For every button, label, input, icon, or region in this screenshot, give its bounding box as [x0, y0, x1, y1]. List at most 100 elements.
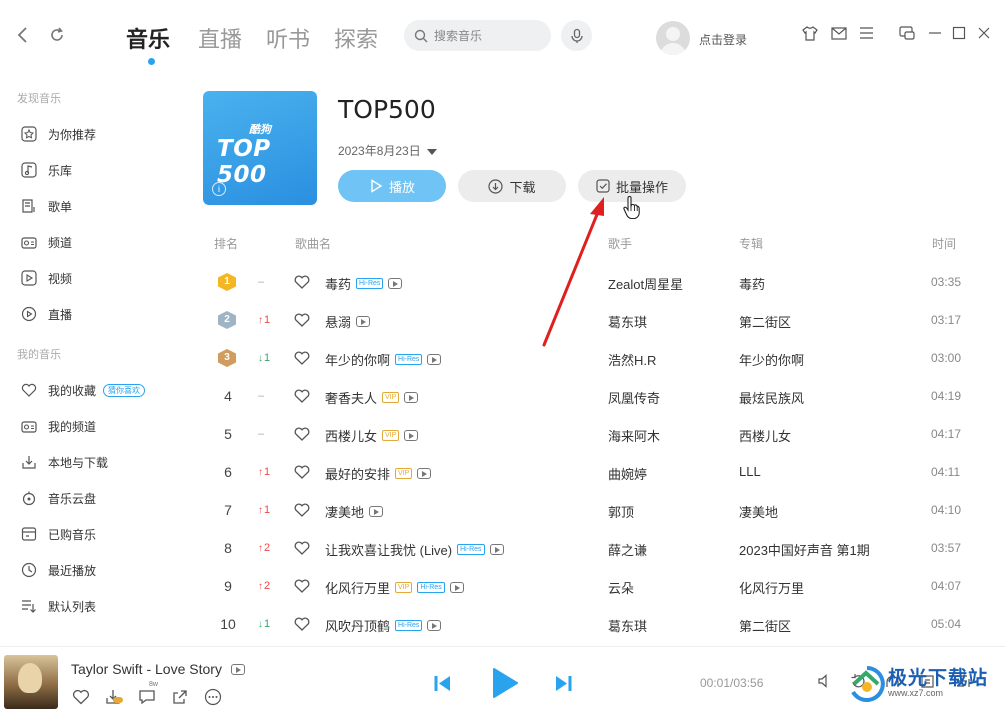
- column-header-song[interactable]: 歌曲名: [295, 235, 331, 252]
- comment-icon[interactable]: 8w: [137, 681, 158, 706]
- mv-icon[interactable]: [489, 544, 504, 555]
- table-row[interactable]: 10 ↓1 风吹丹顶鹤 Hi-Res 葛东琪 第二街区 05:04: [200, 605, 990, 643]
- song-title-cell[interactable]: 化风行万里 VIP Hi-Res: [325, 578, 464, 597]
- sidebar-item-recommend[interactable]: 为你推荐: [20, 122, 96, 146]
- volume-icon[interactable]: [816, 672, 834, 690]
- heart-icon[interactable]: [294, 275, 310, 289]
- artist-link[interactable]: 葛东琪: [608, 312, 647, 331]
- album-link[interactable]: LLL: [739, 464, 761, 479]
- artist-link[interactable]: 葛东琪: [608, 616, 647, 635]
- album-link[interactable]: 第二街区: [739, 616, 791, 635]
- table-row[interactable]: 6 ↑1 最好的安排 VIP 曲婉婷 LLL 04:11: [200, 453, 990, 491]
- guess-you-like-badge[interactable]: 猜你喜欢: [103, 383, 146, 397]
- heart-icon[interactable]: [294, 389, 310, 403]
- close-icon[interactable]: [975, 24, 993, 42]
- tab-audiobooks[interactable]: 听书: [266, 22, 310, 54]
- play-pause-icon[interactable]: [491, 667, 519, 699]
- sidebar-item-favorites[interactable]: 我的收藏 猜你喜欢: [20, 378, 146, 402]
- table-row[interactable]: 9 ↑2 化风行万里 VIP Hi-Res 云朵 化风行万里 04:07: [200, 567, 990, 605]
- mini-mode-icon[interactable]: [898, 24, 916, 42]
- mv-icon[interactable]: [388, 278, 403, 289]
- sidebar-item-video[interactable]: 视频: [20, 266, 72, 290]
- song-title-cell[interactable]: 最好的安排 VIP: [325, 464, 432, 483]
- minimize-icon[interactable]: [926, 24, 944, 42]
- album-link[interactable]: 化风行万里: [739, 578, 804, 597]
- sidebar-item-purchased[interactable]: 已购音乐: [20, 522, 96, 546]
- artist-link[interactable]: 浩然H.R: [608, 350, 656, 369]
- song-title-cell[interactable]: 奢香夫人 VIP: [325, 388, 419, 407]
- heart-icon[interactable]: [294, 617, 310, 631]
- artist-link[interactable]: Zealot周星星: [608, 274, 683, 293]
- download-icon[interactable]: [104, 687, 123, 706]
- table-row[interactable]: 3 ↓1 年少的你啊 Hi-Res 浩然H.R 年少的你啊 03:00: [200, 339, 990, 377]
- voice-search-button[interactable]: [561, 20, 592, 51]
- album-link[interactable]: 毒药: [739, 274, 765, 293]
- sidebar-item-cloud[interactable]: 音乐云盘: [20, 486, 96, 510]
- column-header-artist[interactable]: 歌手: [608, 235, 632, 252]
- heart-icon[interactable]: [294, 465, 310, 479]
- heart-icon[interactable]: [294, 503, 310, 517]
- table-row[interactable]: 7 ↑1 凄美地 郭顶 凄美地 04:10: [200, 491, 990, 529]
- menu-icon[interactable]: [857, 24, 875, 42]
- more-icon[interactable]: [203, 687, 222, 706]
- song-title-cell[interactable]: 毒药 Hi-Res: [325, 274, 403, 293]
- refresh-icon[interactable]: [47, 26, 67, 46]
- mv-icon[interactable]: [417, 468, 432, 479]
- song-title-cell[interactable]: 年少的你啊 Hi-Res: [325, 350, 442, 369]
- tab-live[interactable]: 直播: [198, 22, 242, 54]
- mv-icon[interactable]: [404, 392, 419, 403]
- mv-icon[interactable]: [404, 430, 419, 441]
- mv-icon[interactable]: [427, 354, 442, 365]
- artist-link[interactable]: 云朵: [608, 578, 634, 597]
- info-icon[interactable]: i: [212, 182, 226, 196]
- sidebar-item-playlists[interactable]: 歌单: [20, 194, 72, 218]
- next-icon[interactable]: [555, 675, 572, 692]
- mail-icon[interactable]: [830, 24, 848, 42]
- mv-icon[interactable]: [369, 506, 384, 517]
- previous-icon[interactable]: [434, 675, 451, 692]
- sidebar-item-live[interactable]: 直播: [20, 302, 72, 326]
- table-row[interactable]: 5 – 西楼儿女 VIP 海来阿木 西楼儿女 04:17: [200, 415, 990, 453]
- play-all-button[interactable]: 播放: [338, 170, 446, 202]
- login-link[interactable]: 点击登录: [699, 31, 747, 48]
- mv-icon[interactable]: [449, 582, 464, 593]
- mv-icon[interactable]: [427, 620, 442, 631]
- artist-link[interactable]: 薛之谦: [608, 540, 647, 559]
- now-playing-cover[interactable]: [4, 655, 58, 709]
- favorite-icon[interactable]: [71, 687, 90, 706]
- album-link[interactable]: 年少的你啊: [739, 350, 804, 369]
- table-row[interactable]: 1 – 毒药 Hi-Res Zealot周星星 毒药 03:35: [200, 263, 990, 301]
- sidebar-item-local-downloads[interactable]: 本地与下载: [20, 450, 108, 474]
- playlist-date-selector[interactable]: 2023年8月23日: [338, 142, 437, 159]
- mv-icon[interactable]: [356, 316, 371, 327]
- song-title-cell[interactable]: 西楼儿女 VIP: [325, 426, 419, 445]
- tab-explore[interactable]: 探索: [334, 22, 378, 54]
- sidebar-item-recent[interactable]: 最近播放: [20, 558, 96, 582]
- artist-link[interactable]: 曲婉婷: [608, 464, 647, 483]
- mv-icon[interactable]: [230, 663, 245, 675]
- heart-icon[interactable]: [294, 541, 310, 555]
- avatar[interactable]: [656, 21, 690, 55]
- table-row[interactable]: 2 ↑1 悬溺 葛东琪 第二街区 03:17: [200, 301, 990, 339]
- album-link[interactable]: 最炫民族风: [739, 388, 804, 407]
- song-title-cell[interactable]: 悬溺: [325, 312, 371, 331]
- album-link[interactable]: 西楼儿女: [739, 426, 791, 445]
- share-icon[interactable]: [170, 687, 189, 706]
- skin-icon[interactable]: [801, 24, 819, 42]
- maximize-icon[interactable]: [950, 24, 968, 42]
- artist-link[interactable]: 海来阿木: [608, 426, 660, 445]
- song-title-cell[interactable]: 让我欢喜让我忧 (Live) Hi-Res: [325, 540, 504, 559]
- album-link[interactable]: 凄美地: [739, 502, 778, 521]
- download-button[interactable]: 下载: [458, 170, 566, 202]
- sidebar-item-channels[interactable]: 频道: [20, 230, 72, 254]
- sidebar-item-default-list[interactable]: 默认列表: [20, 594, 96, 618]
- heart-icon[interactable]: [294, 579, 310, 593]
- table-row[interactable]: 8 ↑2 让我欢喜让我忧 (Live) Hi-Res 薛之谦 2023中国好声音 第1期 0…: [200, 529, 990, 567]
- table-row[interactable]: 4 – 奢香夫人 VIP 凤凰传奇 最炫民族风 04:19: [200, 377, 990, 415]
- album-link[interactable]: 第二街区: [739, 312, 791, 331]
- artist-link[interactable]: 郭顶: [608, 502, 634, 521]
- sidebar-item-library[interactable]: 乐库: [20, 158, 72, 182]
- heart-icon[interactable]: [294, 427, 310, 441]
- column-header-album[interactable]: 专辑: [739, 235, 763, 252]
- artist-link[interactable]: 凤凰传奇: [608, 388, 660, 407]
